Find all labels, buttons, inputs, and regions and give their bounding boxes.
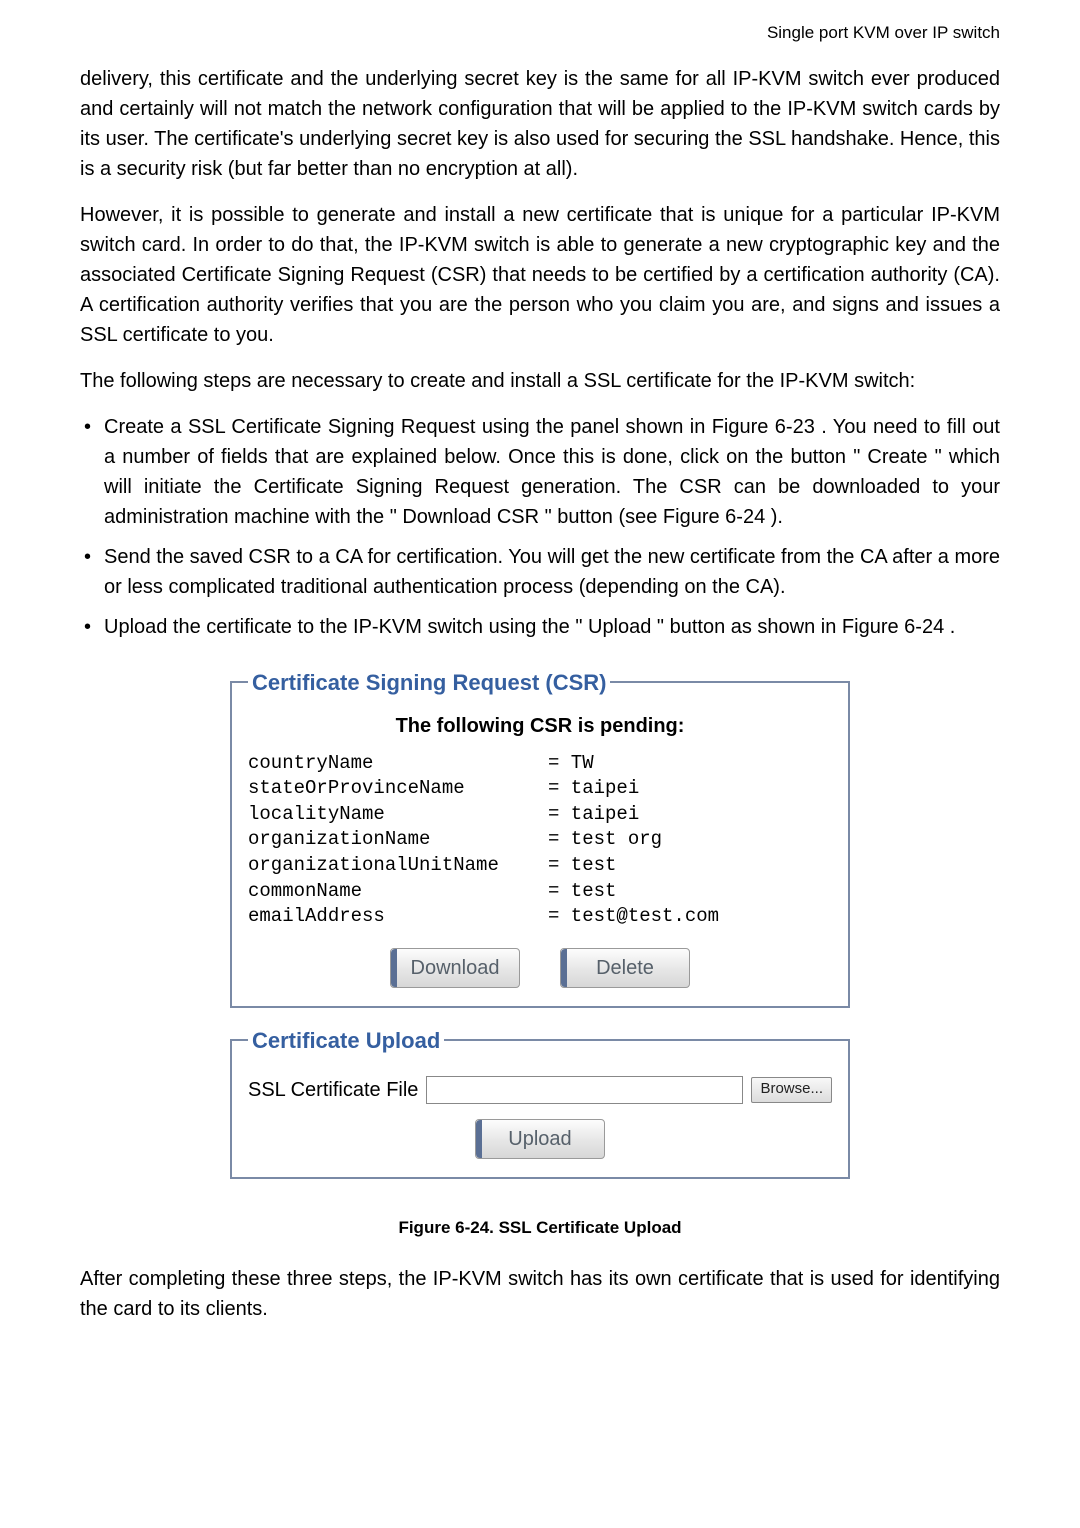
csr-button-row: Download Delete [248,948,832,988]
ssl-file-label: SSL Certificate File [248,1075,418,1105]
figure-caption: Figure 6-24. SSL Certificate Upload [80,1215,1000,1241]
csr-value: = test org [548,827,832,853]
delete-button[interactable]: Delete [560,948,690,988]
browse-button[interactable]: Browse... [751,1077,832,1103]
csr-value: = TW [548,751,832,777]
csr-value: = taipei [548,776,832,802]
panel-stack: Certificate Signing Request (CSR) The fo… [230,666,850,1195]
upload-legend: Certificate Upload [248,1024,444,1057]
page-header: Single port KVM over IP switch [80,20,1000,46]
csr-row: organizationName = test org [248,827,832,853]
paragraph-1: delivery, this certificate and the under… [80,64,1000,184]
list-item: Create a SSL Certificate Signing Request… [80,412,1000,532]
csr-row: organizationalUnitName = test [248,853,832,879]
csr-fields: countryName = TW stateOrProvinceName = t… [248,751,832,930]
csr-pending-title: The following CSR is pending: [248,711,832,741]
figure-wrap: Certificate Signing Request (CSR) The fo… [80,666,1000,1195]
list-item: Send the saved CSR to a CA for certifica… [80,542,1000,602]
csr-fieldset: Certificate Signing Request (CSR) The fo… [230,666,850,1008]
csr-row: localityName = taipei [248,802,832,828]
csr-row: commonName = test [248,879,832,905]
paragraph-4: After completing these three steps, the … [80,1264,1000,1324]
csr-value: = taipei [548,802,832,828]
csr-row: countryName = TW [248,751,832,777]
csr-key: commonName [248,879,548,905]
csr-key: organizationalUnitName [248,853,548,879]
csr-row: emailAddress = test@test.com [248,904,832,930]
list-item: Upload the certificate to the IP-KVM swi… [80,612,1000,642]
csr-key: countryName [248,751,548,777]
upload-button-row: Upload [248,1119,832,1159]
paragraph-3: The following steps are necessary to cre… [80,366,1000,396]
csr-legend: Certificate Signing Request (CSR) [248,666,610,699]
paragraph-2: However, it is possible to generate and … [80,200,1000,350]
download-button[interactable]: Download [390,948,520,988]
upload-button[interactable]: Upload [475,1119,605,1159]
csr-row: stateOrProvinceName = taipei [248,776,832,802]
csr-key: localityName [248,802,548,828]
csr-key: emailAddress [248,904,548,930]
upload-fieldset: Certificate Upload SSL Certificate File … [230,1024,850,1179]
csr-value: = test@test.com [548,904,832,930]
upload-row: SSL Certificate File Browse... [248,1075,832,1105]
ssl-file-input[interactable] [426,1076,743,1104]
steps-list: Create a SSL Certificate Signing Request… [80,412,1000,642]
csr-value: = test [548,853,832,879]
csr-value: = test [548,879,832,905]
csr-key: stateOrProvinceName [248,776,548,802]
csr-key: organizationName [248,827,548,853]
